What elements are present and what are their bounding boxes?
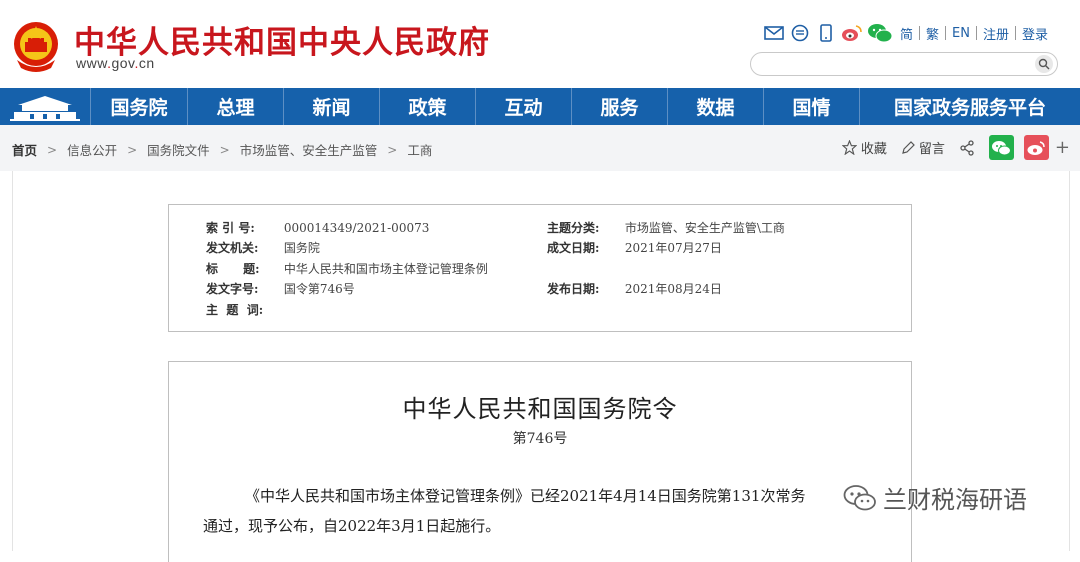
main-nav: 国务院 总理 新闻 政策 互动 服务 数据 国情 国家政务服务平台 [0, 88, 1080, 125]
search-input[interactable] [761, 55, 1025, 73]
nav-item-services[interactable]: 服务 [572, 88, 668, 125]
document-info-table: 索 引 号: 000014349/2021-00073 发文机关: 国务院 标 … [168, 204, 912, 332]
site-header: 中华人民共和国中央人民政府 www.gov.cn 简 繁 EN 注册 登录 [0, 0, 1080, 88]
breadcrumb-industry-commerce[interactable]: 工商 [407, 140, 432, 159]
info-row-keywords: 主 题 词: [206, 303, 264, 317]
breadcrumb-info-disclosure[interactable]: 信息公开 [67, 140, 117, 159]
mobile-icon[interactable] [814, 22, 838, 44]
header-tools: 简 繁 EN 注册 登录 [760, 22, 1054, 44]
info-row-doc-number: 发文字号: 国令第746号 [206, 282, 355, 296]
wechat-icon [992, 140, 1012, 155]
info-value: 国务院 [283, 241, 320, 255]
lang-traditional-link[interactable]: 繁 [920, 24, 945, 43]
nav-item-state-council[interactable]: 国务院 [91, 88, 188, 125]
wechat-account-watermark: 兰财税海研语 [843, 480, 1027, 515]
document-number: 第746号 [512, 431, 568, 447]
wechat-icon[interactable] [866, 22, 894, 44]
info-value: 000014349/2021-00073 [283, 221, 430, 235]
mail-icon[interactable] [762, 22, 786, 44]
weibo-icon[interactable] [840, 22, 864, 44]
document-paragraph: 《中华人民共和国市场主体登记管理条例》已经2021年4月14日国务院第131次常… [245, 487, 806, 505]
nav-item-service-platform[interactable]: 国家政务服务平台 [860, 88, 1080, 125]
breadcrumb-state-council-docs[interactable]: 国务院文件 [147, 140, 210, 159]
nav-item-interaction[interactable]: 互动 [476, 88, 572, 125]
info-row-category: 主题分类: 市场监管、安全生产监管\工商 [547, 221, 785, 235]
nav-home-tiananmen-icon[interactable] [0, 88, 91, 125]
info-value: 2021年08月24日 [624, 282, 722, 296]
nav-item-news[interactable]: 新闻 [284, 88, 380, 125]
chevron-right-icon: > [387, 142, 398, 157]
info-row-written-date: 成文日期: 2021年07月27日 [547, 241, 722, 255]
info-row-title: 标 题: 中华人民共和国市场主体登记管理条例 [206, 262, 488, 276]
share-button[interactable] [959, 139, 975, 156]
chevron-right-icon: > [47, 142, 58, 157]
comment-button[interactable]: 留言 [901, 138, 945, 157]
lang-simplified-link[interactable]: 简 [894, 24, 919, 43]
wechat-icon [843, 484, 876, 510]
comment-label: 留言 [918, 142, 945, 157]
nav-item-data[interactable]: 数据 [668, 88, 764, 125]
document-paragraph: 通过，现予公布，自2022年3月1日起施行。 [203, 517, 501, 535]
pencil-icon [902, 140, 915, 154]
document-title: 中华人民共和国国务院令 [402, 395, 678, 423]
favorite-label: 收藏 [860, 142, 887, 157]
info-value: 市场监管、安全生产监管\工商 [624, 221, 785, 235]
national-emblem-icon[interactable] [11, 18, 61, 74]
document-body: 中华人民共和国国务院令 第746号 《中华人民共和国市场主体登记管理条例》已经2… [168, 361, 912, 562]
breadcrumb-bar: 首页 > 信息公开 > 国务院文件 > 市场监管、安全生产监管 > 工商 收藏 … [0, 125, 1080, 171]
lang-english-link[interactable]: EN [946, 26, 976, 41]
search-box [750, 52, 1058, 76]
favorite-button[interactable]: 收藏 [841, 138, 887, 157]
star-icon [841, 140, 857, 155]
message-icon[interactable] [788, 22, 812, 44]
share-wechat-button[interactable] [988, 135, 1014, 160]
info-value: 国令第746号 [283, 282, 355, 296]
login-link[interactable]: 登录 [1016, 24, 1054, 43]
nav-item-premier[interactable]: 总理 [188, 88, 284, 125]
weibo-icon [1027, 140, 1046, 155]
share-weibo-button[interactable] [1023, 135, 1049, 160]
breadcrumb-home[interactable]: 首页 [12, 140, 37, 159]
nav-item-national-info[interactable]: 国情 [764, 88, 860, 125]
info-row-index: 索 引 号: 000014349/2021-00073 [206, 221, 430, 235]
share-tools: 收藏 留言 + [841, 135, 1070, 160]
info-value: 中华人民共和国市场主体登记管理条例 [283, 262, 488, 276]
share-icon [960, 139, 974, 156]
watermark-text: 兰财税海研语 [883, 486, 1027, 514]
site-url: www.gov.cn [76, 55, 155, 71]
breadcrumb: 首页 > 信息公开 > 国务院文件 > 市场监管、安全生产监管 > 工商 [12, 140, 432, 159]
register-link[interactable]: 注册 [977, 24, 1015, 43]
breadcrumb-market-regulation[interactable]: 市场监管、安全生产监管 [240, 140, 378, 159]
chevron-right-icon: > [219, 142, 230, 157]
info-value: 2021年07月27日 [624, 241, 722, 255]
info-row-publish-date: 发布日期: 2021年08月24日 [547, 282, 722, 296]
info-row-issuer: 发文机关: 国务院 [206, 241, 320, 255]
search-icon[interactable] [1035, 55, 1053, 73]
nav-item-policy[interactable]: 政策 [380, 88, 476, 125]
chevron-right-icon: > [127, 142, 138, 157]
more-share-button[interactable]: + [1055, 137, 1070, 158]
